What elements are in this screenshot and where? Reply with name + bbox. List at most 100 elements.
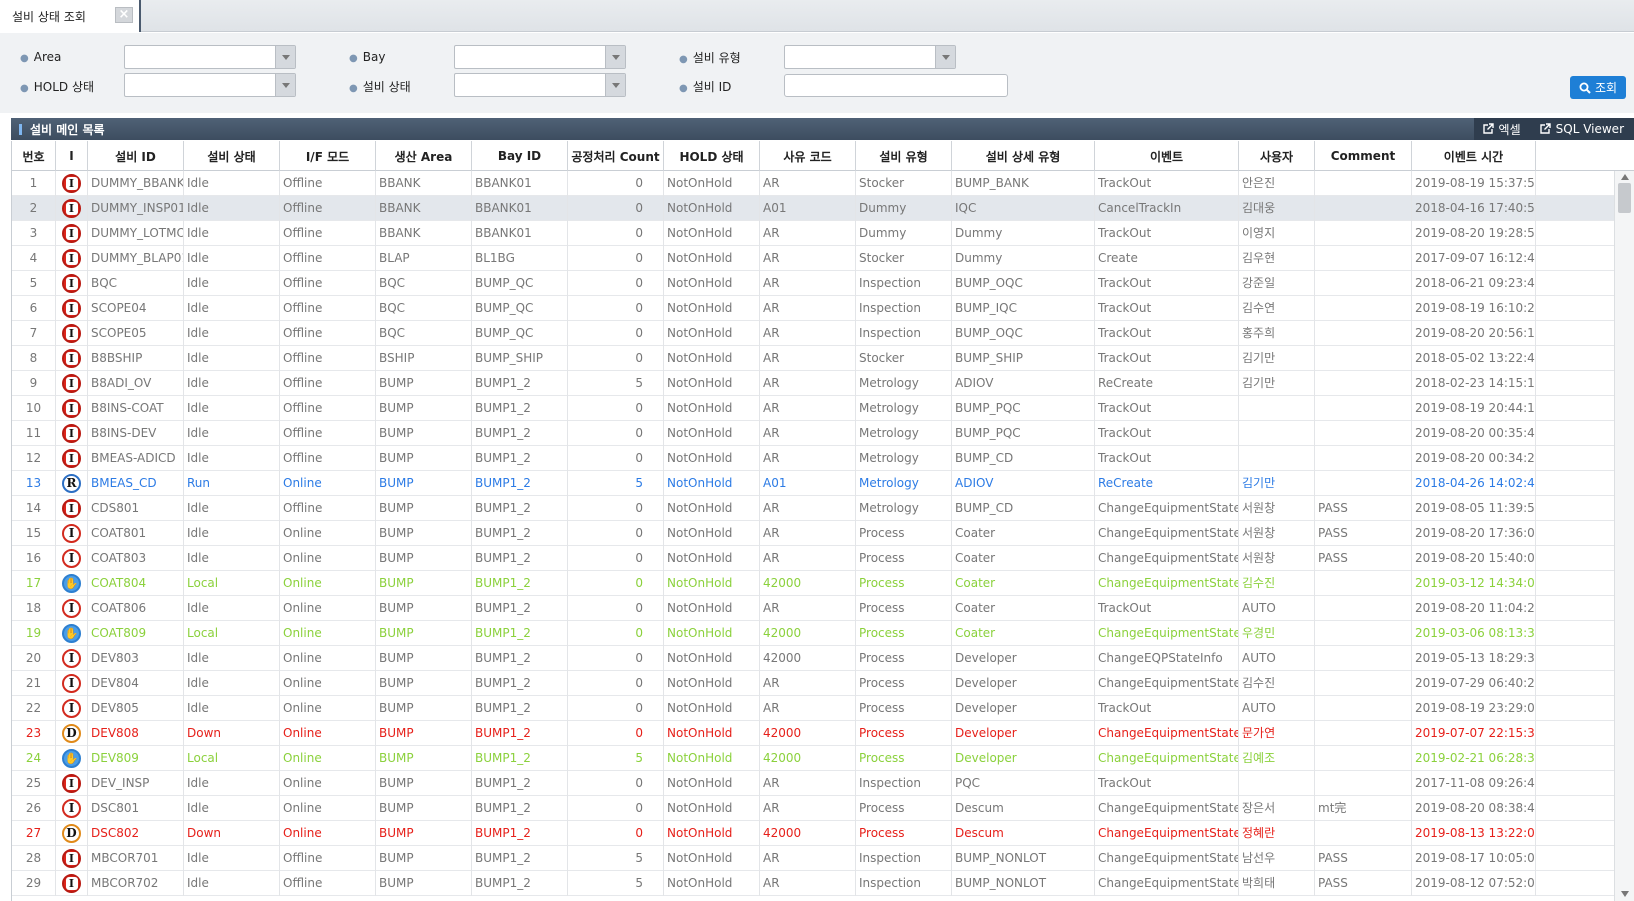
cell-event: TrackOut [1095, 771, 1239, 796]
eqp-type-select[interactable] [784, 45, 956, 69]
table-row[interactable]: 18 I COAT806 Idle Online BUMP BUMP1_2 0 NotOnHol… [12, 596, 1614, 621]
cell-hold-status: NotOnHold [664, 521, 760, 546]
table-row[interactable]: 14 I CDS801 Idle Offline BUMP BUMP1_2 0 NotOnHol… [12, 496, 1614, 521]
cell-hold-status: NotOnHold [664, 371, 760, 396]
table-row[interactable]: 16 I COAT803 Idle Online BUMP BUMP1_2 0 NotOnHol… [12, 546, 1614, 571]
cell-process-count: 0 [568, 446, 664, 471]
scroll-down-icon[interactable] [1621, 891, 1629, 897]
column-header-bay-id[interactable]: Bay ID [472, 141, 568, 171]
table-row[interactable]: 10 I B8INS-COAT Idle Offline BUMP BUMP1_2 0 NotO… [12, 396, 1614, 421]
cell-equipment-type: Metrology [856, 446, 952, 471]
eqp-id-input[interactable] [784, 74, 1008, 97]
cell-equipment-id: BMEAS_CD [88, 471, 184, 496]
column-header-equipment-detail-type[interactable]: 설비 상세 유형 [952, 141, 1095, 171]
cell-event: ChangeEquipmentState [1095, 796, 1239, 821]
chevron-down-icon[interactable] [605, 46, 625, 68]
search-button[interactable]: 조회 [1570, 76, 1626, 99]
column-header-if-mode[interactable]: I/F 모드 [280, 141, 376, 171]
hold-select[interactable] [124, 73, 296, 97]
column-header-production-area[interactable]: 생산 Area [376, 141, 472, 171]
table-row[interactable]: 23 D DEV808 Down Online BUMP BUMP1_2 0 NotOnHold… [12, 721, 1614, 746]
table-row[interactable]: 21 I DEV804 Idle Online BUMP BUMP1_2 0 NotOnHold… [12, 671, 1614, 696]
cell-event-time: 2018-04-26 14:02:41 [1412, 471, 1536, 496]
cell-equipment-id: B8INS-DEV [88, 421, 184, 446]
cell-process-count: 0 [568, 421, 664, 446]
table-row[interactable]: 28 I MBCOR701 Idle Offline BUMP BUMP1_2 5 NotOnH… [12, 846, 1614, 871]
cell-hold-status: NotOnHold [664, 846, 760, 871]
online-idle-status-icon: I [62, 674, 81, 693]
column-header-equipment-type[interactable]: 설비 유형 [856, 141, 952, 171]
chevron-down-icon[interactable] [605, 74, 625, 96]
chevron-down-icon[interactable] [275, 74, 295, 96]
cell-process-count: 0 [568, 271, 664, 296]
table-row[interactable]: 1 I DUMMY_BBANK Idle Offline BBANK BBANK01 0 Not… [12, 171, 1614, 196]
table-row[interactable]: 19 ✋ COAT809 Local Online BUMP BUMP1_2 0 NotOnHo… [12, 621, 1614, 646]
cell-if-mode: Online [280, 821, 376, 846]
table-row[interactable]: 27 D DSC802 Down Online BUMP BUMP1_2 0 NotOnHold… [12, 821, 1614, 846]
eqp-status-select[interactable] [454, 73, 626, 97]
eqp-status-label: ● 설비 상태 [349, 80, 411, 94]
cell-bay-id: BUMP_QC [472, 296, 568, 321]
cell-hold-status: NotOnHold [664, 446, 760, 471]
cell-equipment-type: Process [856, 746, 952, 771]
column-header-reason-code[interactable]: 사유 코드 [760, 141, 856, 171]
table-row[interactable]: 22 I DEV805 Idle Online BUMP BUMP1_2 0 NotOnHold… [12, 696, 1614, 721]
column-header-status-icon[interactable]: I [56, 141, 88, 171]
table-row[interactable]: 25 I DEV_INSP Idle Online BUMP BUMP1_2 0 NotOnHo… [12, 771, 1614, 796]
cell-comment [1315, 296, 1412, 321]
table-row[interactable]: 8 I B8BSHIP Idle Offline BSHIP BUMP_SHIP 0 NotOn… [12, 346, 1614, 371]
column-header-user[interactable]: 사용자 [1239, 141, 1315, 171]
chevron-down-icon[interactable] [275, 46, 295, 68]
tab-equipment-status[interactable]: 설비 상태 조회 × [0, 0, 141, 32]
cell-user: 강준일 [1239, 271, 1315, 296]
column-header-row-number[interactable]: 번호 [12, 141, 56, 171]
chevron-down-icon[interactable] [935, 46, 955, 68]
table-row[interactable]: 24 ✋ DEV809 Local Online BUMP BUMP1_2 5 NotOnHol… [12, 746, 1614, 771]
status-icon-cell: I [56, 646, 88, 671]
table-row[interactable]: 7 I SCOPE05 Idle Offline BQC BUMP_QC 0 NotOnHold… [12, 321, 1614, 346]
bay-label: ● Bay [349, 50, 386, 64]
table-row[interactable]: 15 I COAT801 Idle Online BUMP BUMP1_2 0 NotOnHol… [12, 521, 1614, 546]
table-row[interactable]: 20 I DEV803 Idle Online BUMP BUMP1_2 0 NotOnHold… [12, 646, 1614, 671]
scroll-thumb[interactable] [1618, 183, 1631, 213]
table-row[interactable]: 12 I BMEAS-ADICD Idle Offline BUMP BUMP1_2 0 Not… [12, 446, 1614, 471]
excel-button[interactable]: 엑셀 [1474, 121, 1531, 138]
close-icon[interactable]: × [115, 7, 133, 23]
table-row[interactable]: 11 I B8INS-DEV Idle Offline BUMP BUMP1_2 0 NotOn… [12, 421, 1614, 446]
cell-equipment-detail-type: Developer [952, 671, 1095, 696]
column-header-event[interactable]: 이벤트 [1095, 141, 1239, 171]
down-status-icon: D [62, 724, 81, 743]
table-row[interactable]: 17 ✋ COAT804 Local Online BUMP BUMP1_2 0 NotOnHo… [12, 571, 1614, 596]
column-header-equipment-id[interactable]: 설비 ID [88, 141, 184, 171]
cell-hold-status: NotOnHold [664, 746, 760, 771]
cell-hold-status: NotOnHold [664, 771, 760, 796]
cell-if-mode: Online [280, 646, 376, 671]
table-row[interactable]: 3 I DUMMY_LOTMOV Idle Offline BBANK BBANK01 0 No… [12, 221, 1614, 246]
table-row[interactable]: 4 I DUMMY_BLAP01 Idle Offline BLAP BL1BG 0 NotOn… [12, 246, 1614, 271]
table-row[interactable]: 6 I SCOPE04 Idle Offline BQC BUMP_QC 0 NotOnHold… [12, 296, 1614, 321]
cell-equipment-type: Process [856, 521, 952, 546]
table-row[interactable]: 29 I MBCOR702 Idle Offline BUMP BUMP1_2 5 NotOnH… [12, 871, 1614, 896]
table-row[interactable]: 13 R BMEAS_CD Run Online BUMP BUMP1_2 5 NotOnHol… [12, 471, 1614, 496]
status-icon-cell: I [56, 296, 88, 321]
column-header-comment[interactable]: Comment [1315, 141, 1412, 171]
bay-select[interactable] [454, 45, 626, 69]
cell-equipment-id: DEV808 [88, 721, 184, 746]
cell-equipment-status: Idle [184, 671, 280, 696]
cell-production-area: BUMP [376, 771, 472, 796]
column-header-event-time[interactable]: 이벤트 시간 [1412, 141, 1536, 171]
table-row[interactable]: 9 I B8ADI_OV Idle Offline BUMP BUMP1_2 5 NotOnHo… [12, 371, 1614, 396]
table-row[interactable]: 2 I DUMMY_INSP01 Idle Offline BBANK BBANK01 0 No… [12, 196, 1614, 221]
column-header-hold-status[interactable]: HOLD 상태 [664, 141, 760, 171]
cell-if-mode: Offline [280, 846, 376, 871]
table-row[interactable]: 5 I BQC Idle Offline BQC BUMP_QC 0 NotOnHold AR In… [12, 271, 1614, 296]
scroll-up-icon[interactable] [1621, 174, 1629, 180]
vertical-scrollbar[interactable] [1614, 171, 1634, 901]
column-header-process-count[interactable]: 공정처리 Count [568, 141, 664, 171]
table-row[interactable]: 26 I DSC801 Idle Online BUMP BUMP1_2 0 NotOnHold… [12, 796, 1614, 821]
area-select[interactable] [124, 45, 296, 69]
column-header-equipment-status[interactable]: 설비 상태 [184, 141, 280, 171]
cell-equipment-detail-type: Developer [952, 696, 1095, 721]
sql-viewer-button[interactable]: SQL Viewer [1531, 122, 1634, 136]
cell-bay-id: BUMP_QC [472, 321, 568, 346]
